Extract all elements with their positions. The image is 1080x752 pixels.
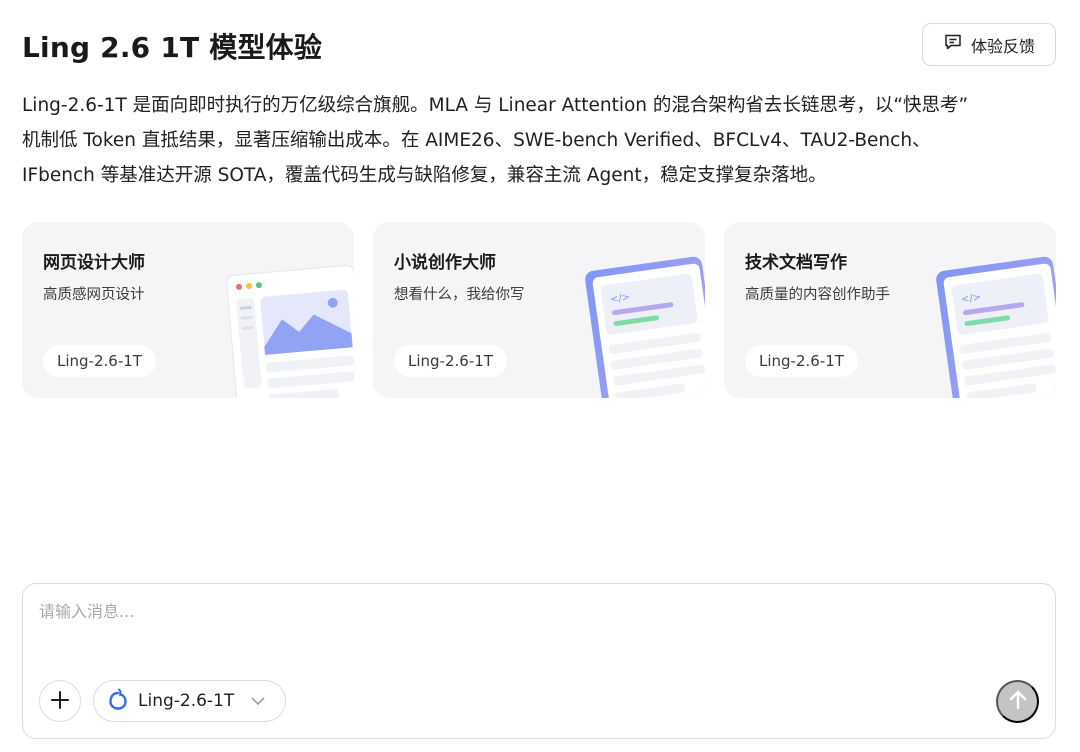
- chevron-down-icon: [250, 691, 266, 711]
- feedback-button[interactable]: 体验反馈: [922, 23, 1056, 66]
- add-attachment-button[interactable]: [39, 680, 81, 722]
- arrow-up-icon: [1008, 689, 1028, 714]
- webpage-illustration-icon: [226, 265, 354, 398]
- description-line: Ling-2.6-1T 是面向即时执行的万亿级综合旗舰。MLA 与 Linear…: [22, 95, 969, 116]
- card-title: 网页设计大师: [43, 253, 145, 273]
- card-subtitle: 高质感网页设计: [43, 287, 145, 303]
- description-line: IFbench 等基准达开源 SOTA，覆盖代码生成与缺陷修复，兼容主流 Age…: [22, 165, 827, 186]
- card-subtitle: 想看什么，我给你写: [394, 287, 525, 303]
- feedback-icon: [943, 32, 963, 57]
- feedback-label: 体验反馈: [970, 38, 1035, 56]
- card-novel-writing[interactable]: 小说创作大师 想看什么，我给你写 Ling-2.6-1T </>: [373, 222, 705, 398]
- card-tech-doc-writing[interactable]: 技术文档写作 高质量的内容创作助手 Ling-2.6-1T </>: [724, 222, 1056, 398]
- message-composer: Ling-2.6-1T: [22, 583, 1056, 739]
- message-input[interactable]: [39, 602, 999, 621]
- card-title: 技术文档写作: [745, 253, 847, 273]
- model-selector[interactable]: Ling-2.6-1T: [93, 680, 286, 722]
- model-description: Ling-2.6-1T 是面向即时执行的万亿级综合旗舰。MLA 与 Linear…: [22, 88, 1062, 193]
- ling-logo-icon: [108, 688, 128, 715]
- code-doc-illustration-icon: </>: [585, 256, 705, 398]
- page-title: Ling 2.6 1T 模型体验: [22, 31, 323, 64]
- send-button[interactable]: [996, 680, 1039, 723]
- plus-icon: [49, 689, 71, 714]
- code-doc-illustration-icon: </>: [936, 256, 1056, 398]
- card-webpage-design[interactable]: 网页设计大师 高质感网页设计 Ling-2.6-1T: [22, 222, 354, 398]
- model-tag: Ling-2.6-1T: [43, 345, 156, 377]
- description-line: 机制低 Token 直抵结果，显著压缩输出成本。在 AIME26、SWE-ben…: [22, 130, 931, 151]
- model-tag: Ling-2.6-1T: [394, 345, 507, 377]
- model-selector-label: Ling-2.6-1T: [138, 691, 235, 711]
- page: Ling 2.6 1T 模型体验 体验反馈 Ling-2.6-1T 是面向即时执…: [0, 0, 1080, 752]
- card-subtitle: 高质量的内容创作助手: [745, 287, 890, 303]
- card-title: 小说创作大师: [394, 253, 496, 273]
- model-tag: Ling-2.6-1T: [745, 345, 858, 377]
